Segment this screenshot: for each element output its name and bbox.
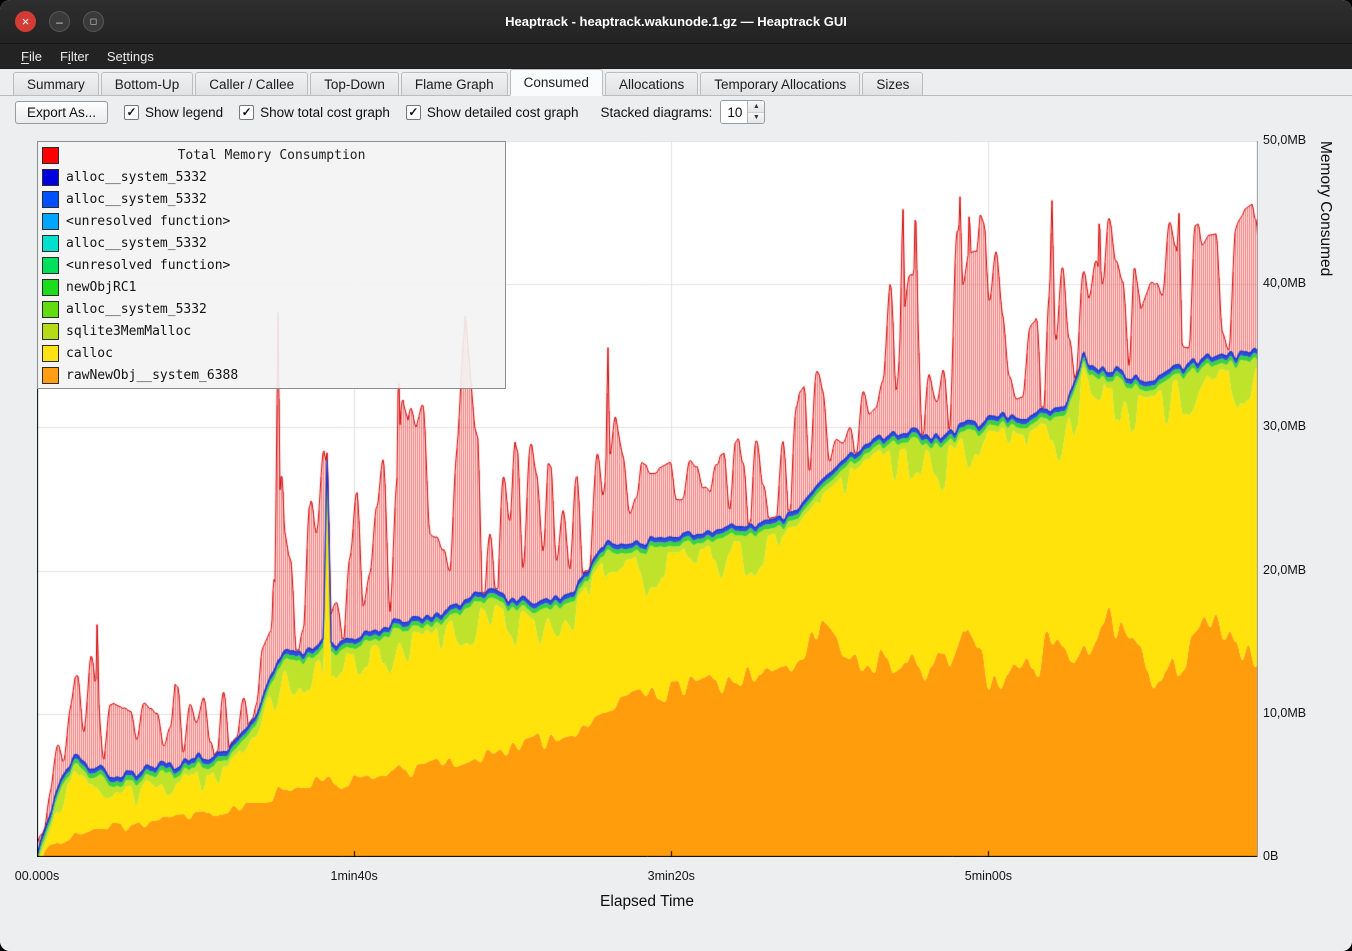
y-axis-title: Memory Consumed [1316,141,1334,857]
legend-swatch [42,301,59,318]
x-tick-label: 5min00s [965,869,1012,883]
check-icon: ✓ [408,106,418,118]
x-tick-label: 1min40s [331,869,378,883]
legend-label: alloc__system_5332 [66,192,207,207]
legend-swatch [42,367,59,384]
legend-swatch [42,279,59,296]
legend-item: newObjRC1 [38,276,505,298]
checkbox-label: Show total cost graph [260,105,390,120]
chart-section: Total Memory Consumption alloc__system_53… [0,128,1352,951]
heaptrack-window: × – ◻ Heaptrack - heaptrack.wakunode.1.g… [0,0,1352,951]
legend-title: Total Memory Consumption [66,148,501,163]
legend-label: alloc__system_5332 [66,302,207,317]
legend-swatch [42,235,59,252]
legend-item: <unresolved function> [38,210,505,232]
y-tick-label: 0B [1263,849,1278,863]
maximize-button[interactable]: ◻ [83,11,104,32]
checkbox-label: Show legend [145,105,223,120]
spin-up-button[interactable]: ▲ [748,101,764,113]
legend-swatch [42,169,59,186]
legend-item: calloc [38,342,505,364]
maximize-icon: ◻ [90,17,97,26]
legend-label: rawNewObj__system_6388 [66,368,238,383]
tab-summary[interactable]: Summary [13,72,99,96]
spin-buttons: ▲ ▼ [747,101,764,123]
legend-item: alloc__system_5332 [38,298,505,320]
tab-consumed[interactable]: Consumed [510,69,603,96]
stacked-diagrams-label: Stacked diagrams: [601,105,713,120]
checkbox-label: Show detailed cost graph [427,105,579,120]
tab-top-down[interactable]: Top-Down [310,72,399,96]
legend-item: rawNewObj__system_6388 [38,364,505,386]
check-icon: ✓ [127,106,137,118]
checkbox-show-legend[interactable]: ✓ Show legend [124,105,223,120]
checkbox-show-detailed-cost-graph[interactable]: ✓ Show detailed cost graph [406,105,579,120]
chart-legend: Total Memory Consumption alloc__system_53… [37,141,506,389]
legend-item: alloc__system_5332 [38,188,505,210]
y-tick-label: 20,0MB [1263,563,1306,577]
x-tick-label: 3min20s [648,869,695,883]
legend-label: alloc__system_5332 [66,236,207,251]
legend-item: alloc__system_5332 [38,166,505,188]
menu-bar: FileFilterSettings [0,44,1352,69]
menu-item-file[interactable]: File [12,46,51,67]
tab-caller-callee[interactable]: Caller / Callee [195,72,308,96]
tab-allocations[interactable]: Allocations [605,72,698,96]
checkbox-box[interactable]: ✓ [406,105,421,120]
legend-title-row: Total Memory Consumption [38,144,505,166]
legend-label: alloc__system_5332 [66,170,207,185]
x-tick-label: 00.000s [15,869,59,883]
toolbar-checkboxes: ✓ Show legend ✓ Show total cost graph ✓ Show … [124,105,579,120]
window-title: Heaptrack - heaptrack.wakunode.1.gz — He… [0,14,1352,29]
legend-label: sqlite3MemMalloc [66,324,191,339]
checkbox-box[interactable]: ✓ [124,105,139,120]
spin-down-button[interactable]: ▼ [748,113,764,124]
tab-bottom-up[interactable]: Bottom-Up [101,72,194,96]
toolbar: Export As... ✓ Show legend ✓ Show total cos… [0,96,1352,128]
legend-swatch [42,345,59,362]
window-controls: × – ◻ [15,11,104,32]
legend-swatch [42,257,59,274]
title-bar: × – ◻ Heaptrack - heaptrack.wakunode.1.g… [0,0,1352,44]
checkbox-box[interactable]: ✓ [239,105,254,120]
y-tick-label: 30,0MB [1263,419,1306,433]
legend-item: <unresolved function> [38,254,505,276]
export-as-button[interactable]: Export As... [15,101,108,124]
tab-temporary-allocations[interactable]: Temporary Allocations [700,72,860,96]
legend-swatch [42,191,59,208]
legend-swatch [42,323,59,340]
legend-label: newObjRC1 [66,280,136,295]
menu-item-filter[interactable]: Filter [51,46,98,67]
spin-down-icon: ▼ [753,114,760,121]
stacked-diagrams-input[interactable] [721,101,747,123]
checkbox-show-total-cost-graph[interactable]: ✓ Show total cost graph [239,105,390,120]
legend-label: <unresolved function> [66,214,230,229]
legend-swatch [42,147,59,164]
legend-label: calloc [66,346,113,361]
legend-swatch [42,213,59,230]
tab-flame-graph[interactable]: Flame Graph [401,72,508,96]
y-tick-label: 50,0MB [1263,133,1306,147]
minimize-icon: – [56,16,63,28]
minimize-button[interactable]: – [49,11,70,32]
y-tick-label: 10,0MB [1263,706,1306,720]
menu-item-settings[interactable]: Settings [98,46,163,67]
close-button[interactable]: × [15,11,36,32]
stacked-diagrams-spinbox: ▲ ▼ [720,100,765,124]
check-icon: ✓ [242,106,252,118]
legend-item: alloc__system_5332 [38,232,505,254]
x-axis-title: Elapsed Time [600,893,694,911]
close-icon: × [22,15,30,28]
legend-label: <unresolved function> [66,258,230,273]
legend-item: sqlite3MemMalloc [38,320,505,342]
spin-up-icon: ▲ [753,103,760,110]
tab-sizes[interactable]: Sizes [862,72,923,96]
tab-bar: SummaryBottom-UpCaller / CalleeTop-DownF… [0,69,1352,96]
y-tick-label: 40,0MB [1263,276,1306,290]
